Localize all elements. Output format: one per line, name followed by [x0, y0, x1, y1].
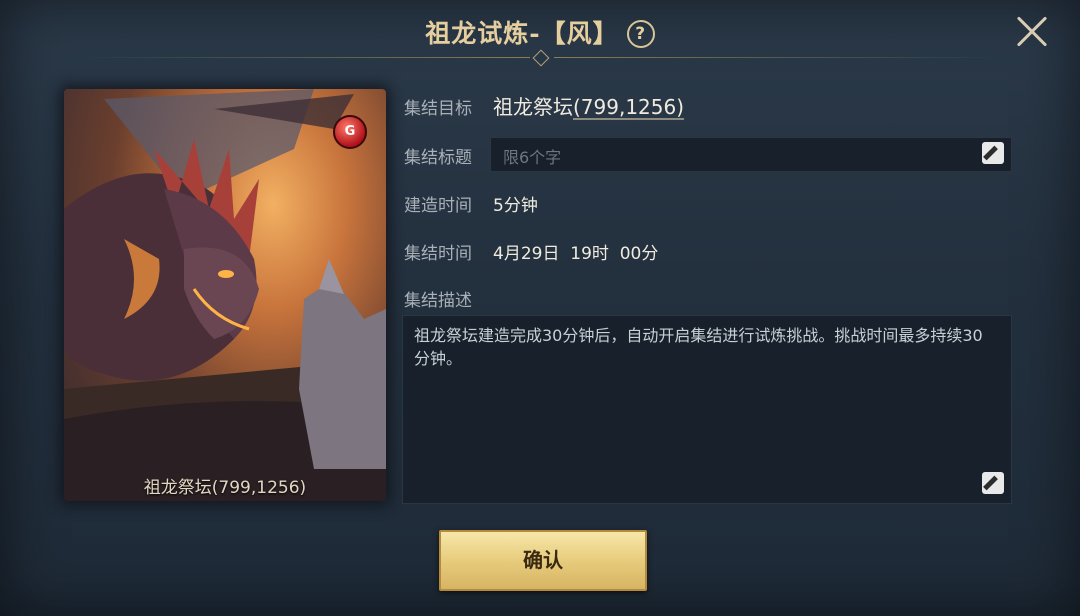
description-label: 集结描述: [404, 291, 472, 311]
dialog-title-text: 祖龙试炼-【风】: [425, 19, 619, 48]
title-bar: 祖龙试炼-【风】?: [0, 0, 1080, 70]
description-input[interactable]: 祖龙祭坛建造完成30分钟后，自动开启集结进行试炼挑战。挑战时间最多持续30分钟。: [402, 315, 1012, 504]
rally-dialog: 祖龙试炼-【风】? G 祖龙祭坛(799,1256) 集结目标 祖龙祭坛(799…: [0, 0, 1080, 616]
edit-description-icon[interactable]: [982, 472, 1004, 494]
dialog-title: 祖龙试炼-【风】?: [0, 14, 1080, 50]
rally-time-value[interactable]: 4月29日 19时 00分: [493, 239, 658, 264]
description-text: 祖龙祭坛建造完成30分钟后，自动开启集结进行试炼挑战。挑战时间最多持续30分钟。: [414, 326, 983, 368]
edit-title-icon[interactable]: [982, 142, 1004, 164]
title-divider-ornament: [532, 49, 550, 67]
rally-title-placeholder: 限6个字: [503, 148, 562, 167]
title-divider-left: [84, 57, 530, 58]
build-time-label: 建造时间: [404, 196, 472, 216]
title-field-label: 集结标题: [404, 148, 472, 168]
close-icon[interactable]: [1014, 14, 1050, 50]
altar-card-label: 祖龙祭坛(799,1256): [143, 478, 307, 498]
target-value[interactable]: 祖龙祭坛(799,1256): [493, 91, 684, 120]
build-time-value: 5分钟: [493, 196, 538, 216]
target-label: 集结目标: [404, 99, 472, 119]
dragon-illustration: [64, 89, 386, 501]
altar-artwork: G 祖龙祭坛(799,1256): [64, 89, 386, 501]
target-name: 祖龙祭坛: [493, 95, 573, 119]
title-divider-right: [554, 57, 1000, 58]
red-dragon-badge-icon: G: [333, 115, 367, 149]
question-mark-icon[interactable]: ?: [626, 20, 655, 48]
target-coordinate-link[interactable]: (799,1256): [573, 95, 684, 119]
rally-title-input[interactable]: 限6个字: [490, 137, 1012, 172]
rally-time-label: 集结时间: [404, 244, 472, 264]
confirm-button[interactable]: 确认: [439, 530, 647, 591]
